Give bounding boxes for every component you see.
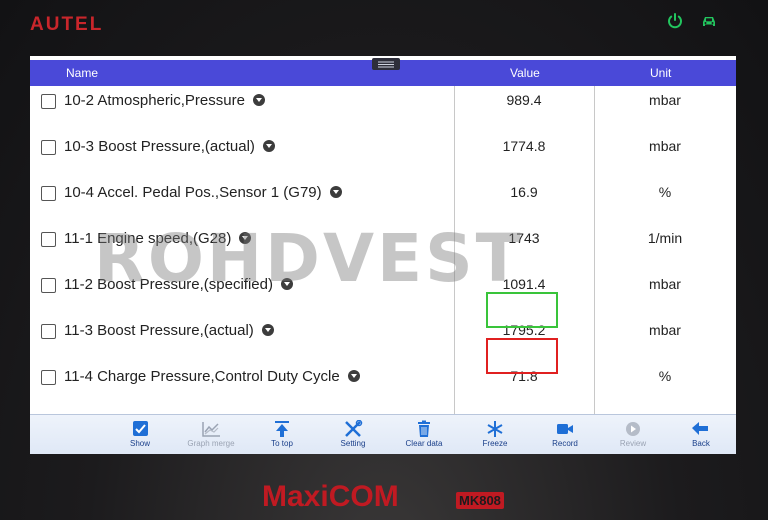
parameter-name: 11-4 Charge Pressure,Control Duty Cycle <box>64 368 340 385</box>
pull-down-handle-icon[interactable] <box>372 58 400 70</box>
data-stream-list[interactable]: 10-2 Atmospheric,Pressure 989.4 mbar 10-… <box>30 86 736 414</box>
table-row[interactable]: 11-2 Boost Pressure,(specified) 1091.4 m… <box>30 262 736 309</box>
dropdown-icon[interactable] <box>252 94 265 106</box>
parameter-value: 1743 <box>508 230 540 246</box>
to-top-button[interactable]: To top <box>247 418 317 454</box>
to-top-icon <box>275 421 289 437</box>
snowflake-icon <box>487 421 503 437</box>
graph-merge-button[interactable]: Graph merge <box>176 418 246 454</box>
table-row[interactable]: 11-3 Boost Pressure,(actual) 1795.2 mbar <box>30 308 736 355</box>
record-label: Record <box>552 439 578 448</box>
back-label: Back <box>692 439 710 448</box>
dropdown-icon[interactable] <box>347 370 360 382</box>
highlight-box-specified <box>486 292 558 328</box>
checkbox-icon <box>133 421 148 436</box>
model-logo: MaxiCOM <box>262 480 399 513</box>
dropdown-icon[interactable] <box>280 278 293 290</box>
record-button[interactable]: Record <box>530 418 600 454</box>
review-button[interactable]: Review <box>598 418 668 454</box>
column-header-name[interactable]: Name <box>66 66 98 80</box>
model-badge: MK808 <box>456 492 504 509</box>
highlight-box-actual <box>486 338 558 374</box>
parameter-unit: 1/min <box>647 230 683 246</box>
live-data-screen: Name Value Unit 10-2 Atmospheric,Pressur… <box>30 56 736 454</box>
column-header-value[interactable]: Value <box>510 66 540 80</box>
trash-icon <box>418 420 430 437</box>
video-camera-icon <box>557 424 573 434</box>
parameter-value: 1091.4 <box>502 276 546 292</box>
row-checkbox[interactable] <box>41 324 56 339</box>
parameter-unit: mbar <box>649 276 681 292</box>
parameter-name: 11-1 Engine speed,(G28) <box>64 230 232 247</box>
review-label: Review <box>619 439 647 448</box>
parameter-name: 10-2 Atmospheric,Pressure <box>64 92 245 109</box>
column-divider <box>594 86 595 414</box>
row-checkbox[interactable] <box>41 140 56 155</box>
table-row[interactable]: 10-3 Boost Pressure,(actual) 1774.8 mbar <box>30 124 736 171</box>
table-row <box>30 400 736 414</box>
row-checkbox[interactable] <box>41 186 56 201</box>
graph-merge-icon <box>202 422 220 437</box>
parameter-name: 10-4 Accel. Pedal Pos.,Sensor 1 (G79) <box>64 184 322 201</box>
parameter-value: 16.9 <box>510 184 538 200</box>
show-label: Show <box>129 439 150 448</box>
device-frame: AUTEL Name Value Unit 10-2 Atmospheric,P… <box>0 0 768 520</box>
power-icon <box>668 13 682 29</box>
clear-data-label: Clear data <box>405 439 443 448</box>
freeze-button[interactable]: Freeze <box>460 418 530 454</box>
table-row[interactable]: 10-4 Accel. Pedal Pos.,Sensor 1 (G79) 16… <box>30 170 736 217</box>
graph-merge-label: Graph merge <box>187 439 235 448</box>
parameter-name: 11-2 Boost Pressure,(specified) <box>64 276 273 293</box>
bottom-toolbar: Show Graph merge To top Setting Clear da… <box>30 414 736 454</box>
parameter-value: 1774.8 <box>502 138 546 154</box>
table-row[interactable]: 11-4 Charge Pressure,Control Duty Cycle … <box>30 354 736 401</box>
row-checkbox[interactable] <box>41 94 56 109</box>
parameter-unit: mbar <box>649 92 681 108</box>
wrench-screwdriver-icon <box>345 420 363 437</box>
table-row[interactable]: 10-2 Atmospheric,Pressure 989.4 mbar <box>30 86 736 125</box>
row-checkbox[interactable] <box>41 278 56 293</box>
back-arrow-icon <box>692 422 708 435</box>
row-checkbox[interactable] <box>41 232 56 247</box>
table-row[interactable]: 11-1 Engine speed,(G28) 1743 1/min <box>30 216 736 263</box>
parameter-name: 10-3 Boost Pressure,(actual) <box>64 138 255 155</box>
freeze-label: Freeze <box>482 439 508 448</box>
column-divider <box>454 86 455 414</box>
dropdown-icon[interactable] <box>239 232 252 244</box>
parameter-unit: % <box>658 184 672 200</box>
dropdown-icon[interactable] <box>329 186 342 198</box>
parameter-value: 989.4 <box>506 92 542 108</box>
parameter-unit: mbar <box>649 138 681 154</box>
parameter-unit: mbar <box>649 322 681 338</box>
setting-button[interactable]: Setting <box>318 418 388 454</box>
show-button[interactable]: Show <box>105 418 175 454</box>
clear-data-button[interactable]: Clear data <box>389 418 459 454</box>
row-checkbox[interactable] <box>41 370 56 385</box>
setting-label: Setting <box>340 439 366 448</box>
play-icon <box>626 422 640 436</box>
dropdown-icon[interactable] <box>262 140 275 152</box>
brand-logo: AUTEL <box>30 14 104 35</box>
back-button[interactable]: Back <box>666 418 736 454</box>
parameter-unit: % <box>658 368 672 384</box>
parameter-name: 11-3 Boost Pressure,(actual) <box>64 322 254 339</box>
dropdown-icon[interactable] <box>261 324 274 336</box>
to-top-label: To top <box>271 439 293 448</box>
car-icon <box>703 17 715 26</box>
column-header-unit[interactable]: Unit <box>650 66 671 80</box>
